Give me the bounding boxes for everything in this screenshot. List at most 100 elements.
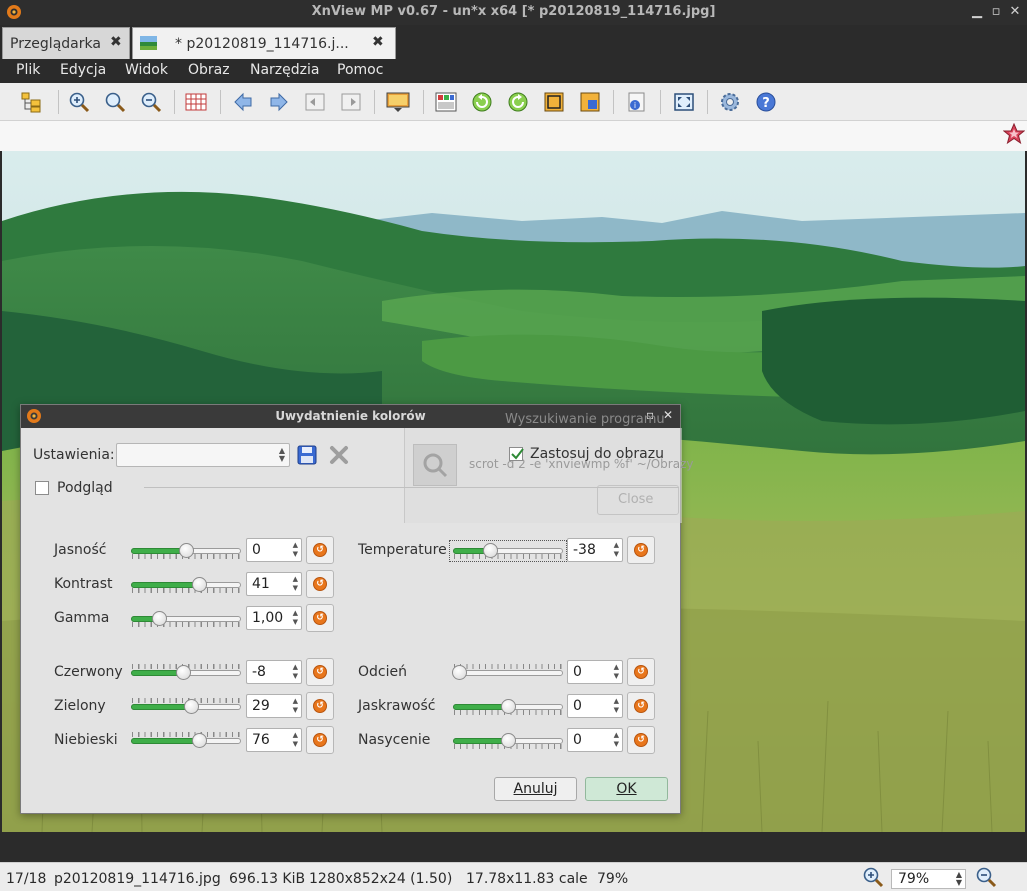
settings-icon[interactable] [718, 90, 742, 114]
grid-icon[interactable] [184, 90, 208, 114]
menu-edit[interactable]: Edycja [60, 62, 106, 78]
toolbar-separator [220, 90, 221, 114]
fullscreen-icon[interactable] [672, 90, 696, 114]
blue-spinbox[interactable]: 76 ▲ ▼ [246, 728, 302, 752]
slider-handle[interactable] [179, 543, 194, 558]
color-adjust-icon[interactable] [434, 90, 458, 114]
tab-image[interactable]: * p20120819_114716.j... ✖ [132, 27, 396, 59]
spin-arrows-icon[interactable]: ▲ ▼ [293, 575, 298, 593]
close-window-icon[interactable]: ✕ [1007, 3, 1023, 21]
contrast-reset-button[interactable]: ↺ [306, 570, 334, 598]
zoom-in-icon[interactable] [67, 90, 91, 114]
spin-arrows-icon[interactable]: ▲ ▼ [293, 541, 298, 559]
spin-arrows-icon[interactable]: ▲ ▼ [614, 541, 619, 559]
temperature-reset-button[interactable]: ↺ [627, 536, 655, 564]
status-zoom-out-icon[interactable] [975, 866, 997, 888]
settings-label: Ustawienia: [33, 447, 115, 463]
last-icon[interactable] [339, 90, 363, 114]
menu-view[interactable]: Widok [125, 62, 168, 78]
next-icon[interactable] [267, 90, 291, 114]
rotate-right-icon[interactable] [506, 90, 530, 114]
properties-icon[interactable]: i [624, 90, 648, 114]
ok-button[interactable]: OK [585, 777, 668, 801]
slider-handle[interactable] [192, 733, 207, 748]
maximize-icon[interactable]: ▫ [988, 3, 1004, 21]
minimize-icon[interactable]: ▁ [969, 3, 985, 21]
apply-checkbox[interactable] [509, 447, 524, 461]
rotate-left-icon[interactable] [470, 90, 494, 114]
toolbar-separator [660, 90, 661, 114]
color-enhance-dialog: Uwydatnienie kolorów ▫ ✕ Wyszukiwanie pr… [20, 404, 693, 814]
saturation-reset-button[interactable]: ↺ [627, 726, 655, 754]
menu-image[interactable]: Obraz [188, 62, 230, 78]
red-slider[interactable] [130, 664, 242, 681]
slider-handle[interactable] [501, 699, 516, 714]
gamma-spinbox[interactable]: 1,00 ▲ ▼ [246, 606, 302, 630]
red-reset-button[interactable]: ↺ [306, 658, 334, 686]
first-icon[interactable] [303, 90, 327, 114]
settings-combo[interactable]: ▲ ▼ [116, 443, 290, 467]
red-spinbox[interactable]: -8 ▲ ▼ [246, 660, 302, 684]
menu-tools[interactable]: Narzędzia [250, 62, 319, 78]
save-preset-icon[interactable] [296, 444, 318, 466]
zoom-out-icon[interactable] [139, 90, 163, 114]
zoom-fit-icon[interactable] [103, 90, 127, 114]
vibrance-spinbox[interactable]: 0 ▲ ▼ [567, 694, 623, 718]
crop-icon[interactable] [542, 90, 566, 114]
blue-slider[interactable] [130, 732, 242, 749]
slider-handle[interactable] [176, 665, 191, 680]
menu-file[interactable]: Plik [16, 62, 40, 78]
slider-handle[interactable] [483, 543, 498, 558]
spin-arrows-icon[interactable]: ▲ ▼ [293, 731, 298, 749]
contrast-slider[interactable] [130, 577, 242, 593]
brightness-reset-button[interactable]: ↺ [306, 536, 334, 564]
hue-spinbox[interactable]: 0 ▲ ▼ [567, 660, 623, 684]
help-icon[interactable]: ? [754, 90, 778, 114]
spin-arrows-icon[interactable]: ▲ ▼ [614, 697, 619, 715]
saturation-slider[interactable] [452, 733, 564, 749]
preview-checkbox[interactable] [35, 481, 49, 495]
status-zoom-in-icon[interactable] [862, 866, 884, 888]
cancel-label: Anuluj [513, 781, 558, 797]
favorite-star-icon[interactable] [1003, 123, 1025, 145]
spin-arrows-icon[interactable]: ▲ ▼ [293, 663, 298, 681]
spin-arrows-icon[interactable]: ▲ ▼ [614, 731, 619, 749]
hue-reset-button[interactable]: ↺ [627, 658, 655, 686]
spin-arrows-icon[interactable]: ▲ ▼ [293, 609, 298, 627]
brightness-spinbox[interactable]: 0 ▲ ▼ [246, 538, 302, 562]
cancel-button[interactable]: Anuluj [494, 777, 577, 801]
spin-arrows-icon[interactable]: ▲ ▼ [293, 697, 298, 715]
svg-text:i: i [634, 101, 636, 110]
gamma-reset-button[interactable]: ↺ [306, 604, 334, 632]
temperature-spinbox[interactable]: -38 ▲ ▼ [567, 538, 623, 562]
brightness-slider[interactable] [130, 543, 242, 559]
slider-handle[interactable] [501, 733, 516, 748]
spin-arrows-icon[interactable]: ▲ ▼ [614, 663, 619, 681]
tab-close-icon[interactable]: ✖ [372, 34, 384, 50]
contrast-spinbox[interactable]: 41 ▲ ▼ [246, 572, 302, 596]
slider-handle[interactable] [152, 611, 167, 626]
vibrance-reset-button[interactable]: ↺ [627, 692, 655, 720]
blue-label: Niebieski [54, 732, 118, 748]
resize-icon[interactable] [578, 90, 602, 114]
vibrance-slider[interactable] [452, 699, 564, 715]
tab-browser[interactable]: Przeglądarka ✖ [2, 27, 130, 59]
green-reset-button[interactable]: ↺ [306, 692, 334, 720]
slideshow-icon[interactable] [386, 90, 410, 114]
blue-reset-button[interactable]: ↺ [306, 726, 334, 754]
delete-preset-icon[interactable] [328, 444, 350, 466]
browser-tree-icon[interactable] [19, 90, 43, 114]
prev-icon[interactable] [231, 90, 255, 114]
menu-help[interactable]: Pomoc [337, 62, 383, 78]
slider-handle[interactable] [452, 665, 467, 680]
zoom-select[interactable]: 79% ▲ ▼ [891, 869, 966, 889]
green-slider[interactable] [130, 698, 242, 715]
tab-close-icon[interactable]: ✖ [110, 34, 122, 50]
slider-handle[interactable] [192, 577, 207, 592]
hue-slider[interactable] [452, 664, 564, 681]
saturation-spinbox[interactable]: 0 ▲ ▼ [567, 728, 623, 752]
gamma-slider[interactable] [130, 611, 242, 627]
temperature-slider[interactable] [449, 540, 567, 562]
slider-handle[interactable] [184, 699, 199, 714]
green-spinbox[interactable]: 29 ▲ ▼ [246, 694, 302, 718]
